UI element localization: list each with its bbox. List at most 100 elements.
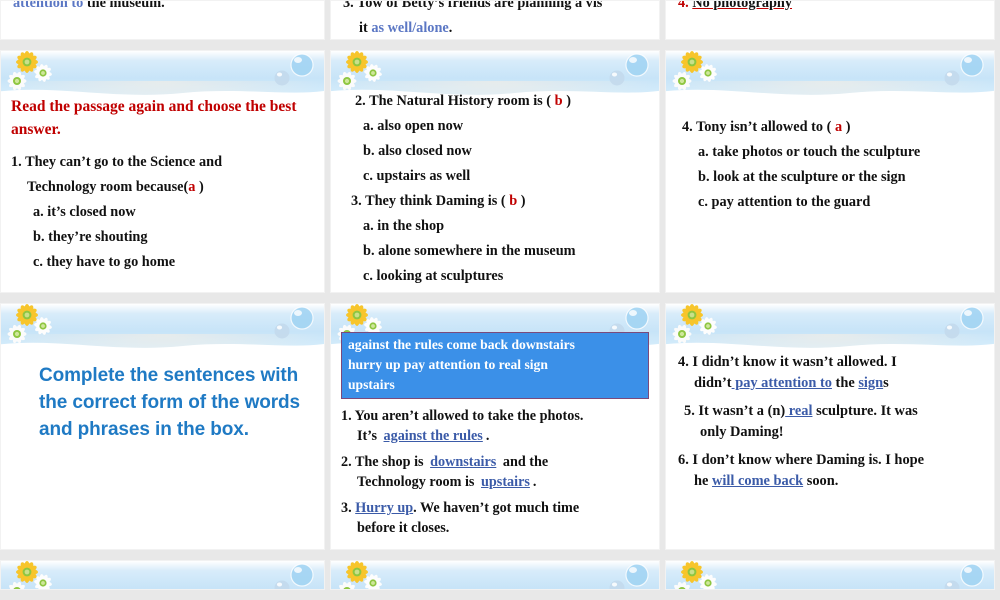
slide-r3c2[interactable]: against the rules come back downstairs h…: [330, 303, 660, 550]
question-item: 3. They think Daming is ( b ) a. in the …: [341, 189, 649, 289]
slide-r1c3[interactable]: 4. No photography: [665, 0, 995, 40]
no-photography-text: No photography: [692, 0, 793, 11]
sentence-text-end: .: [532, 473, 537, 490]
slide-r3c3[interactable]: 4. I didn’t know it wasn’t allowed. I di…: [665, 303, 995, 550]
sentence-text-cont: It’s: [357, 427, 381, 444]
sentence-text-end: .: [485, 427, 490, 444]
word-bank-line-1: against the rules come back downstairs: [348, 337, 575, 352]
slide-r1c1-fragment: attention to the museum.: [13, 0, 165, 16]
item-number: 4.: [678, 354, 689, 370]
question-item: 1. They can’t go to the Science and Tech…: [11, 150, 314, 275]
sentence-text-mid: and the: [499, 454, 549, 470]
banner-sky: [1, 51, 324, 95]
banner-sky: [1, 304, 324, 348]
answer-value: b: [554, 93, 563, 109]
banner-wave-icon: [1, 342, 324, 356]
item-number: 5.: [684, 403, 695, 419]
fill-item: 1. You aren’t allowed to take the photos…: [341, 407, 649, 446]
daisy-flowers-icon: [674, 561, 717, 589]
slide-body: 2. The Natural History room is ( b ) a. …: [331, 89, 659, 292]
slide-body: 4. Tony isn’t allowed to ( a ) a. take p…: [666, 115, 994, 292]
bubbles-icon: [944, 563, 984, 589]
slide-r4c1[interactable]: Word Formation: [0, 560, 325, 590]
slide-banner: [666, 561, 994, 589]
fill-in-list: 1. You aren’t allowed to take the photos…: [341, 407, 649, 538]
slide-r1c2[interactable]: 3. Tow of Betty’s friends are planning a…: [330, 0, 660, 40]
option-a: a. also open now: [363, 118, 464, 134]
item-number: 1.: [341, 408, 352, 424]
question-stem: They can’t go to the Science and: [25, 154, 223, 170]
sentence-text-end: s: [883, 375, 889, 391]
question-number: 3.: [351, 193, 362, 209]
slide-r2c1[interactable]: Read the passage again and choose the be…: [0, 50, 325, 293]
item-number: 2.: [341, 454, 352, 470]
question-stem-close: ): [198, 179, 204, 195]
option-b: b. also closed now: [363, 143, 472, 159]
fill-item: 5. It wasn’t a (n) real sculpture. It wa…: [678, 401, 982, 443]
slide-grid: attention to the museum. 3. Tow of Betty…: [0, 0, 1000, 600]
banner-sky: [331, 561, 659, 589]
sentence-text: You aren’t allowed to take the photos.: [354, 408, 584, 424]
question-item: 4. Tony isn’t allowed to ( a ) a. take p…: [676, 115, 984, 215]
slide-r3c1[interactable]: Complete the sentences with the correct …: [0, 303, 325, 550]
fill-in-list: 4. I didn’t know it wasn’t allowed. I di…: [678, 352, 982, 492]
option-c: c. they have to go home: [33, 254, 176, 270]
option-c: c. looking at sculptures: [363, 268, 504, 284]
slide-r1c2-fragment: 3. Tow of Betty’s friends are planning a…: [343, 1, 602, 39]
sentence-text: The shop is: [354, 454, 428, 470]
question-3-line2-black: it: [359, 20, 372, 36]
slide-r4c3[interactable]: [665, 560, 995, 590]
sentence-text: It wasn’t a (n): [698, 403, 786, 419]
blank-answer: pay attention to: [731, 375, 832, 391]
fill-item: 2. The shop is downstairs and the Techno…: [341, 453, 649, 492]
option-b: b. they’re shouting: [33, 229, 148, 245]
option-b: b. alone somewhere in the museum: [363, 243, 576, 259]
blank-answer: downstairs: [430, 454, 497, 470]
fragment-blue-text: attention to: [13, 0, 84, 11]
answer-value: a: [834, 119, 843, 135]
question-3-line2-blue: as well/alone: [371, 20, 449, 36]
slide-body: Read the passage again and choose the be…: [1, 95, 324, 292]
word-bank-line-3: upstairs: [348, 377, 395, 392]
instruction-heading: Read the passage again and choose the be…: [11, 98, 297, 138]
daisy-flowers-icon: [9, 561, 52, 589]
slide-r1c3-fragment: 4. No photography: [678, 0, 793, 16]
answer-value: a: [188, 179, 196, 195]
blank-answer: Hurry up: [355, 500, 414, 516]
blank-answer: against the rules: [383, 427, 483, 444]
bubbles-icon: [274, 563, 314, 589]
daisy-flowers-icon: [339, 561, 382, 589]
sentence-text-cont: before it closes.: [357, 519, 450, 536]
question-stem: They think Daming is (: [365, 193, 506, 209]
slide-banner: [331, 561, 659, 589]
banner-wave-icon: [666, 89, 994, 103]
slide-r2c2[interactable]: 2. The Natural History room is ( b ) a. …: [330, 50, 660, 293]
banner-haze: [1, 334, 324, 356]
sentence-text-cont: Technology room is: [357, 473, 479, 490]
fill-item: 6. I don’t know where Daming is. I hope …: [678, 450, 982, 492]
sentence-text: I don’t know where Daming is. I hope: [692, 452, 925, 468]
fragment-black-text: the museum.: [83, 0, 165, 11]
bubbles-icon: [274, 53, 314, 86]
question-number: 2.: [355, 93, 366, 109]
sentence-text-cont: he: [694, 473, 712, 489]
sentence-text-end: soon.: [803, 473, 839, 489]
banner-sky: [1, 561, 324, 589]
slide-banner: [1, 561, 324, 589]
question-number: 1.: [11, 154, 22, 170]
slide-r1c1[interactable]: attention to the museum.: [0, 0, 325, 40]
instruction-heading: Complete the sentences with the correct …: [39, 365, 301, 440]
option-a: a. take photos or touch the sculpture: [698, 144, 921, 160]
sentence-text-cont: only Daming!: [700, 424, 784, 440]
slide-body: against the rules come back downstairs h…: [331, 330, 659, 549]
word-bank: against the rules come back downstairs h…: [341, 332, 649, 399]
option-a: a. in the shop: [363, 218, 445, 234]
banner-sky: [666, 561, 994, 589]
bubbles-icon: [944, 306, 984, 339]
blank-answer: will come back: [712, 473, 804, 489]
blank-answer: real: [785, 403, 813, 419]
slide-r2c3[interactable]: 4. Tony isn’t allowed to ( a ) a. take p…: [665, 50, 995, 293]
option-c: c. upstairs as well: [363, 168, 471, 184]
slide-r4c2[interactable]: Put the words in the right group accordi…: [330, 560, 660, 590]
item-number: 6.: [678, 452, 689, 468]
